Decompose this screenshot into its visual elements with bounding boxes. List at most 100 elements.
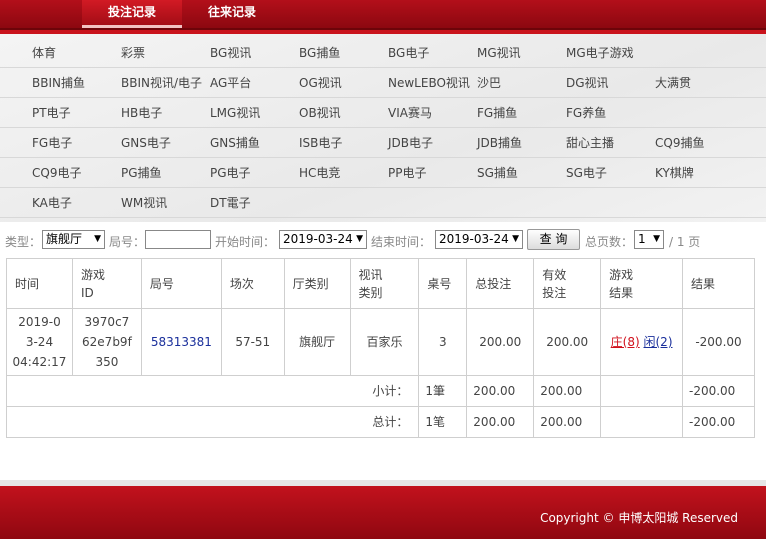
nav-item[interactable]: JDB电子 xyxy=(388,128,433,158)
nav-item[interactable]: PG捕鱼 xyxy=(121,158,162,188)
start-date-select[interactable]: 2019-03-24 ▼ xyxy=(279,230,367,249)
nav-item[interactable]: 沙巴 xyxy=(477,68,501,98)
column-header: 有效投注 xyxy=(533,258,602,309)
nav-item[interactable]: SG捕鱼 xyxy=(477,158,518,188)
filter-bar: 类型： 旗舰厅 ▼ 局号： 开始时间： 2019-03-24 ▼ 结束时间： 2… xyxy=(0,229,766,253)
nav-item[interactable]: FG捕鱼 xyxy=(477,98,517,128)
time-clock: 04:42:17 xyxy=(12,355,67,369)
nav-item[interactable]: BG捕鱼 xyxy=(299,38,340,68)
nav-item[interactable]: 甜心主播 xyxy=(566,128,614,158)
tab-transaction-records[interactable]: 往来记录 xyxy=(192,0,272,28)
start-date-value: 2019-03-24 xyxy=(283,232,353,246)
subtotal-total-bet: 200.00 xyxy=(466,375,535,407)
tab-bet-records[interactable]: 投注记录 xyxy=(82,0,182,28)
total-empty xyxy=(600,406,683,438)
nav-row: KA电子 WM视讯 DT電子 xyxy=(0,188,766,218)
nav-item[interactable]: PT电子 xyxy=(32,98,71,128)
outcome-cell: -200.00 xyxy=(682,308,755,376)
nav-item[interactable]: KY棋牌 xyxy=(655,158,694,188)
column-header: 结果 xyxy=(682,258,755,309)
nav-item[interactable]: BBIN捕鱼 xyxy=(32,68,85,98)
top-tab-bar: 投注记录 往来记录 xyxy=(0,0,766,30)
nav-item[interactable]: BG电子 xyxy=(388,38,429,68)
nav-item[interactable]: GNS捕鱼 xyxy=(210,128,260,158)
nav-item[interactable]: MG电子游戏 xyxy=(566,38,634,68)
nav-item[interactable]: BG视讯 xyxy=(210,38,251,68)
page-total: / 1 页 xyxy=(669,235,701,249)
nav-item[interactable]: 体育 xyxy=(32,38,56,68)
nav-row: 体育 彩票 BG视讯 BG捕鱼 BG电子 MG视讯 MG电子游戏 xyxy=(0,38,766,68)
session-cell: 57-51 xyxy=(220,308,285,376)
nav-item[interactable]: JDB捕鱼 xyxy=(477,128,522,158)
column-header: 场次 xyxy=(220,258,285,309)
nav-item[interactable]: GNS电子 xyxy=(121,128,171,158)
type-select[interactable]: 旗舰厅 ▼ xyxy=(42,230,105,249)
nav-item[interactable]: HB电子 xyxy=(121,98,162,128)
nav-item[interactable]: PP电子 xyxy=(388,158,426,188)
nav-item[interactable]: OG视讯 xyxy=(299,68,342,98)
page-select[interactable]: 1 ▼ xyxy=(634,230,664,249)
nav-item[interactable]: FG养鱼 xyxy=(566,98,606,128)
subtotal-count: 1筆 xyxy=(418,375,468,407)
nav-item[interactable]: FG电子 xyxy=(32,128,72,158)
end-date-select[interactable]: 2019-03-24 ▼ xyxy=(435,230,523,249)
table-row: 2019-03-24 04:42:17 3970c762e7b9f350 583… xyxy=(6,308,755,376)
nav-item[interactable]: OB视讯 xyxy=(299,98,341,128)
column-header: 视讯类别 xyxy=(349,258,420,309)
round-link[interactable]: 58313381 xyxy=(151,335,212,349)
nav-item[interactable]: DG视讯 xyxy=(566,68,609,98)
round-input[interactable] xyxy=(145,230,211,249)
nav-row: BBIN捕鱼 BBIN视讯/电子 AG平台 OG视讯 NewLEBO视讯 沙巴 DG视讯 大满… xyxy=(0,68,766,98)
nav-item[interactable]: DT電子 xyxy=(210,188,251,218)
hall-cell: 旗舰厅 xyxy=(283,308,351,376)
nav-item[interactable]: PG电子 xyxy=(210,158,251,188)
time-date: 2019-03-24 xyxy=(18,315,61,349)
start-time-label: 开始时间： xyxy=(215,235,276,249)
nav-item[interactable]: LMG视讯 xyxy=(210,98,260,128)
nav-item[interactable]: MG视讯 xyxy=(477,38,521,68)
nav-item[interactable]: WM视讯 xyxy=(121,188,167,218)
nav-item[interactable]: SG电子 xyxy=(566,158,607,188)
banker-result-link[interactable]: 庄(8) xyxy=(611,335,640,349)
subtotal-outcome: -200.00 xyxy=(682,375,755,407)
dropdown-arrow-icon: ▼ xyxy=(94,234,101,244)
nav-item[interactable]: KA电子 xyxy=(32,188,72,218)
nav-item[interactable]: VIA赛马 xyxy=(388,98,432,128)
nav-item[interactable]: 大满贯 xyxy=(655,68,691,98)
nav-item[interactable]: AG平台 xyxy=(210,68,251,98)
dropdown-arrow-icon: ▼ xyxy=(653,234,660,244)
game-result-cell: 庄(8) 闲(2) xyxy=(600,308,683,376)
game-id-cell: 3970c762e7b9f350 xyxy=(71,308,142,376)
nav-item[interactable]: CQ9捕鱼 xyxy=(655,128,704,158)
valid-bet-cell: 200.00 xyxy=(533,308,602,376)
query-button[interactable]: 查 询 xyxy=(527,229,580,250)
nav-item[interactable]: NewLEBO视讯 xyxy=(388,68,470,98)
nav-item[interactable]: HC电竞 xyxy=(299,158,340,188)
type-label: 类型： xyxy=(5,235,42,249)
dropdown-arrow-icon: ▼ xyxy=(512,234,519,244)
column-header: 厅类别 xyxy=(283,258,351,309)
bet-records-table: 时间 游戏ID 局号 场次 厅类别 视讯类别 桌号 总投注 有效投注 游戏结果 … xyxy=(5,258,755,438)
total-total-bet: 200.00 xyxy=(466,406,535,438)
nav-item[interactable]: 彩票 xyxy=(121,38,145,68)
nav-item[interactable]: BBIN视讯/电子 xyxy=(121,68,202,98)
nav-row: CQ9电子 PG捕鱼 PG电子 HC电竞 PP电子 SG捕鱼 SG电子 KY棋牌 xyxy=(0,158,766,188)
total-outcome: -200.00 xyxy=(682,406,755,438)
column-header: 局号 xyxy=(140,258,222,309)
nav-item[interactable]: ISB电子 xyxy=(299,128,342,158)
total-count: 1笔 xyxy=(418,406,468,438)
total-bet-cell: 200.00 xyxy=(466,308,535,376)
nav-row: PT电子 HB电子 LMG视讯 OB视讯 VIA赛马 FG捕鱼 FG养鱼 xyxy=(0,98,766,128)
column-header: 总投注 xyxy=(466,258,535,309)
end-date-value: 2019-03-24 xyxy=(439,232,509,246)
subtotal-valid-bet: 200.00 xyxy=(533,375,602,407)
footer: Copyright © 申博太阳城 Reserved xyxy=(0,480,766,539)
subtotal-row: 小计： 1筆 200.00 200.00 -200.00 xyxy=(5,375,755,407)
nav-item[interactable]: CQ9电子 xyxy=(32,158,81,188)
player-result-link[interactable]: 闲(2) xyxy=(644,335,673,349)
round-cell[interactable]: 58313381 xyxy=(140,308,222,376)
total-row: 总计： 1笔 200.00 200.00 -200.00 xyxy=(5,406,755,438)
dropdown-arrow-icon: ▼ xyxy=(356,234,363,244)
subtotal-label: 小计： xyxy=(5,375,420,407)
total-pages-label: 总页数： xyxy=(585,235,634,249)
